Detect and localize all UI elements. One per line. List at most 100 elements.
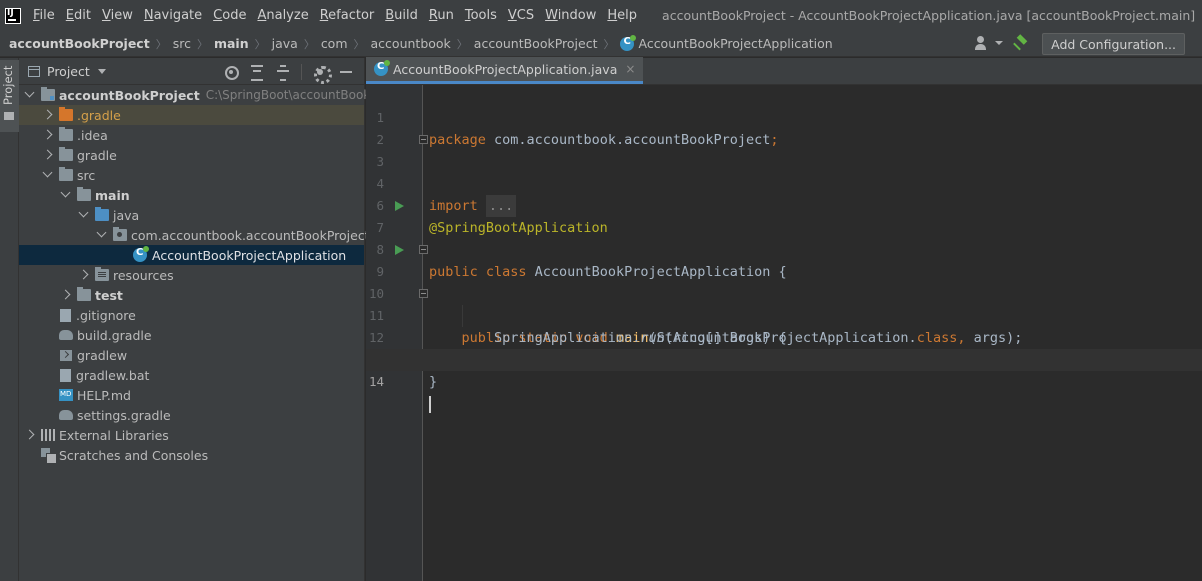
code-line: 7 public class AccountBookProjectApplica… (366, 195, 1202, 280)
code-line: 11 } (366, 283, 1202, 368)
tree-item-label: External Libraries (59, 427, 169, 443)
toolbar-right: Add Configuration... (975, 31, 1202, 57)
tree-item-dot-gradle[interactable]: .gradle (19, 105, 364, 125)
user-icon[interactable] (975, 36, 1004, 52)
tree-item-label: java (113, 207, 140, 223)
breadcrumb-accountbook[interactable]: accountbook (371, 36, 451, 51)
shell-script-icon (60, 349, 72, 361)
menu-analyze[interactable]: Analyze (253, 8, 315, 23)
chevron-down-icon[interactable] (59, 188, 73, 202)
collapse-all-icon[interactable] (275, 64, 291, 81)
code-line: 10 SpringApplication.run(AccountBookProj… (366, 261, 1202, 346)
tree-item-settings-gradle[interactable]: settings.gradle (19, 405, 364, 425)
tree-item-test[interactable]: test (19, 285, 364, 305)
chevron-right-icon[interactable] (59, 288, 73, 302)
tree-item-external-libraries[interactable]: External Libraries (19, 425, 364, 445)
chevron-right-icon: 〉 (254, 37, 266, 51)
menu-help[interactable]: Help (603, 8, 644, 23)
java-class-icon (374, 60, 390, 76)
breadcrumb-class[interactable]: AccountBookProjectApplication (638, 36, 832, 51)
package-icon (113, 227, 127, 241)
chevron-down-icon[interactable] (23, 88, 37, 102)
expand-all-icon[interactable] (249, 64, 265, 81)
menu-code[interactable]: Code (209, 8, 253, 23)
menu-file[interactable]: File (29, 8, 62, 23)
chevron-right-icon: 〉 (155, 37, 167, 51)
menu-bar: File Edit View Navigate Code Analyze Ref… (0, 0, 1202, 31)
project-panel-header: Project (19, 58, 364, 85)
tree-item-build-gradle[interactable]: build.gradle (19, 325, 364, 345)
tree-item-resources[interactable]: resources (19, 265, 364, 285)
tree-item-label: HELP.md (77, 387, 131, 403)
minimize-icon[interactable] (338, 64, 354, 80)
tree-item-main[interactable]: main (19, 185, 364, 205)
chevron-right-icon[interactable] (23, 428, 37, 442)
run-gutter-icon[interactable] (395, 245, 404, 255)
chevron-down-icon[interactable] (97, 68, 106, 74)
chevron-right-icon[interactable] (41, 128, 55, 142)
breadcrumb-project[interactable]: accountBookProject (9, 36, 150, 51)
menu-view[interactable]: View (98, 8, 140, 23)
menu-run[interactable]: Run (425, 8, 461, 23)
tree-item-package[interactable]: com.accountbook.accountBookProject (19, 225, 370, 245)
locate-target-icon[interactable] (223, 64, 239, 80)
file-icon (60, 308, 71, 322)
breadcrumb-java[interactable]: java (272, 36, 298, 51)
editor-tab-application[interactable]: AccountBookProjectApplication.java × (366, 57, 644, 84)
breadcrumb-src[interactable]: src (173, 36, 191, 51)
project-tool-tab[interactable]: Project (0, 60, 19, 132)
menu-window[interactable]: Window (541, 8, 603, 23)
add-configuration-button[interactable]: Add Configuration... (1042, 33, 1185, 55)
libraries-icon (41, 429, 55, 441)
code-editor[interactable]: 1 package com.accountbook.accountBookPro… (366, 85, 1202, 581)
chevron-down-icon[interactable] (77, 208, 91, 222)
folder-icon (59, 147, 73, 161)
tree-item-help-md[interactable]: HELP.md (19, 385, 364, 405)
tree-item-idea[interactable]: .idea (19, 125, 364, 145)
menu-build[interactable]: Build (381, 8, 425, 23)
tree-item-gitignore[interactable]: .gitignore (19, 305, 364, 325)
chevron-right-icon[interactable] (41, 148, 55, 162)
tree-item-project-root[interactable]: accountBookProject C:\SpringBoot\account… (19, 85, 400, 105)
breadcrumb-main[interactable]: main (214, 36, 249, 51)
project-panel-title[interactable]: Project (47, 64, 90, 79)
chevron-right-icon[interactable] (41, 108, 55, 122)
java-class-icon (133, 246, 149, 262)
breadcrumb-accountbookproject[interactable]: accountBookProject (474, 36, 598, 51)
java-class-icon (620, 34, 637, 51)
tree-item-gradlew-bat[interactable]: gradlew.bat (19, 365, 364, 385)
gear-icon[interactable] (312, 64, 332, 84)
tree-item-label: .idea (77, 127, 108, 143)
tree-item-src[interactable]: src (19, 165, 364, 185)
chevron-down-icon[interactable] (41, 168, 55, 182)
breadcrumb-com[interactable]: com (321, 36, 348, 51)
folder-icon (59, 167, 73, 181)
menu-tools[interactable]: Tools (461, 8, 504, 23)
build-hammer-icon[interactable] (1013, 36, 1029, 52)
tree-item-scratches[interactable]: Scratches and Consoles (19, 445, 364, 465)
folder-icon (77, 187, 91, 201)
left-tool-strip: Project (0, 58, 19, 581)
tree-item-label: gradle (77, 147, 117, 163)
tree-item-gradle[interactable]: gradle (19, 145, 364, 165)
code-line-current: 14 (366, 349, 1202, 413)
tree-item-label: main (95, 187, 130, 203)
tree-item-java[interactable]: java (19, 205, 364, 225)
menu-refactor[interactable]: Refactor (316, 8, 382, 23)
intellij-logo-icon (5, 7, 21, 24)
menu-navigate[interactable]: Navigate (140, 8, 209, 23)
menu-vcs[interactable]: VCS (504, 8, 541, 23)
fold-minus-icon[interactable] (419, 289, 428, 298)
tree-item-label: Scratches and Consoles (59, 447, 209, 463)
tree-item-application-class[interactable]: AccountBookProjectApplication (19, 245, 364, 265)
chevron-right-icon[interactable] (77, 268, 91, 282)
tree-item-gradlew[interactable]: gradlew (19, 345, 364, 365)
close-icon[interactable]: × (625, 62, 635, 76)
chevron-down-icon[interactable] (95, 228, 109, 242)
fold-plus-icon[interactable] (419, 135, 428, 144)
run-gutter-icon[interactable] (395, 201, 404, 211)
fold-minus-icon[interactable] (419, 245, 428, 254)
project-panel: Project accountBookProject C:\SpringBoot… (19, 58, 400, 581)
gradle-elephant-icon (59, 330, 73, 340)
menu-edit[interactable]: Edit (62, 8, 98, 23)
